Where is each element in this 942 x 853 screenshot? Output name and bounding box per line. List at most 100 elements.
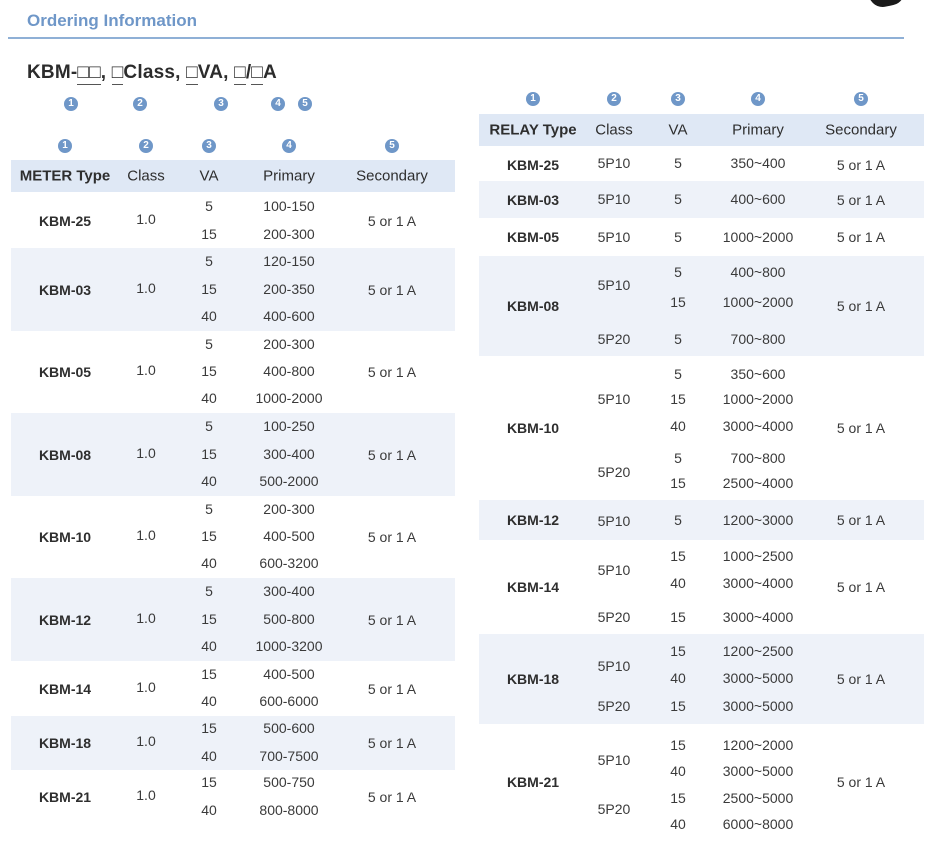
code-secondary-box: □ bbox=[251, 62, 263, 85]
meter-type-cell: KBM-03 bbox=[38, 281, 92, 298]
relay-primary-cell: 1200~2500 bbox=[722, 643, 794, 659]
relay-va-cell: 15 bbox=[670, 548, 686, 564]
meter-header-4: Primary bbox=[263, 167, 315, 185]
code-marker-2: 2 bbox=[133, 97, 147, 111]
relay-va-cell: 15 bbox=[670, 475, 686, 491]
meter-primary-cell: 120-150 bbox=[263, 253, 315, 270]
relay-primary-cell: 6000~8000 bbox=[722, 816, 794, 832]
relay-va-cell: 40 bbox=[670, 763, 686, 779]
code-amp-suffix: A bbox=[262, 62, 277, 83]
relay-primary-cell: 3000~5000 bbox=[722, 670, 794, 686]
meter-primary-cell: 500-2000 bbox=[259, 472, 319, 489]
relay-va-cell: 15 bbox=[670, 737, 686, 753]
meter-type-cell: KBM-21 bbox=[38, 789, 92, 805]
relay-primary-cell: 700~800 bbox=[730, 331, 786, 347]
meter-marker-2: 2 bbox=[139, 139, 153, 153]
meter-primary-cell: 500-600 bbox=[263, 720, 315, 737]
relay-va-cell: 5 bbox=[674, 191, 682, 207]
code-marker-1: 1 bbox=[64, 97, 78, 111]
meter-primary-cell: 100-250 bbox=[263, 418, 315, 435]
relay-primary-cell: 2500~4000 bbox=[722, 475, 794, 491]
relay-class-cell: 5P20 bbox=[597, 464, 631, 480]
relay-type-cell: KBM-12 bbox=[506, 512, 560, 528]
meter-type-cell: KBM-10 bbox=[38, 529, 92, 545]
relay-class-cell: 5P10 bbox=[597, 658, 631, 674]
relay-type-cell: KBM-08 bbox=[506, 298, 560, 314]
relay-primary-cell: 3000~5000 bbox=[722, 698, 794, 714]
relay-secondary-cell: 5 or 1 A bbox=[836, 774, 886, 790]
relay-primary-cell: 700~800 bbox=[730, 450, 786, 466]
meter-primary-cell: 700-7500 bbox=[259, 747, 319, 764]
relay-primary-cell: 1200~2000 bbox=[722, 737, 794, 753]
relay-va-cell: 40 bbox=[670, 670, 686, 686]
meter-secondary-cell: 5 or 1 A bbox=[367, 680, 417, 697]
meter-primary-cell: 600-3200 bbox=[259, 555, 319, 572]
relay-marker-5: 5 bbox=[854, 92, 868, 106]
meter-marker-3: 3 bbox=[202, 139, 216, 153]
relay-va-cell: 15 bbox=[670, 391, 686, 407]
meter-marker-4: 4 bbox=[282, 139, 296, 153]
meter-primary-cell: 200-300 bbox=[263, 500, 315, 517]
relay-header-4: Primary bbox=[732, 121, 784, 139]
meter-header-3: VA bbox=[199, 167, 219, 185]
meter-va-cell: 15 bbox=[201, 720, 217, 737]
meter-primary-cell: 100-150 bbox=[263, 198, 315, 215]
meter-va-cell: 40 bbox=[201, 637, 217, 654]
relay-primary-cell: 400~600 bbox=[730, 191, 786, 207]
relay-va-cell: 15 bbox=[670, 698, 686, 714]
relay-class-cell: 5P20 bbox=[597, 331, 631, 347]
relay-va-cell: 5 bbox=[674, 331, 682, 347]
relay-class-cell: 5P10 bbox=[597, 562, 631, 578]
meter-secondary-cell: 5 or 1 A bbox=[367, 529, 417, 545]
relay-primary-cell: 1000~2000 bbox=[722, 294, 794, 310]
meter-primary-cell: 500-800 bbox=[263, 610, 315, 627]
meter-va-cell: 40 bbox=[201, 801, 217, 818]
meter-va-cell: 5 bbox=[205, 198, 213, 215]
relay-marker-1: 1 bbox=[526, 92, 540, 106]
meter-va-cell: 15 bbox=[201, 774, 217, 791]
meter-header-5: Secondary bbox=[356, 167, 428, 185]
code-va-box: □ bbox=[186, 62, 198, 85]
relay-class-cell: 5P10 bbox=[597, 277, 631, 293]
meter-va-cell: 15 bbox=[201, 665, 217, 682]
code-primary-box: □ bbox=[234, 62, 246, 85]
relay-secondary-cell: 5 or 1 A bbox=[836, 156, 886, 173]
relay-va-cell: 5 bbox=[674, 155, 682, 171]
meter-primary-cell: 800-8000 bbox=[259, 801, 319, 818]
meter-va-cell: 40 bbox=[201, 747, 217, 764]
meter-type-cell: KBM-12 bbox=[38, 611, 92, 628]
meter-va-cell: 15 bbox=[201, 225, 217, 242]
relay-class-cell: 5P10 bbox=[597, 229, 631, 245]
meter-va-cell: 15 bbox=[201, 445, 217, 462]
meter-va-cell: 5 bbox=[205, 335, 213, 352]
relay-type-cell: KBM-25 bbox=[506, 156, 560, 173]
meter-primary-cell: 300-400 bbox=[263, 445, 315, 462]
relay-class-cell: 5P10 bbox=[597, 391, 631, 407]
relay-secondary-cell: 5 or 1 A bbox=[836, 579, 886, 595]
meter-primary-cell: 300-400 bbox=[263, 583, 315, 600]
meter-primary-cell: 1000-3200 bbox=[255, 637, 323, 654]
relay-va-cell: 5 bbox=[674, 366, 682, 382]
meter-type-cell: KBM-08 bbox=[38, 446, 92, 463]
meter-class-cell: 1.0 bbox=[136, 609, 156, 626]
meter-class-cell: 1.0 bbox=[136, 279, 156, 296]
meter-primary-cell: 200-300 bbox=[263, 335, 315, 352]
relay-primary-cell: 2500~5000 bbox=[722, 790, 794, 806]
relay-primary-cell: 1000~2000 bbox=[722, 229, 794, 245]
meter-va-cell: 40 bbox=[201, 472, 217, 489]
meter-secondary-cell: 5 or 1 A bbox=[367, 735, 417, 751]
relay-primary-cell: 400~800 bbox=[730, 264, 786, 280]
relay-va-cell: 5 bbox=[674, 264, 682, 280]
meter-header-2: Class bbox=[127, 167, 165, 185]
meter-va-cell: 15 bbox=[201, 528, 217, 544]
meter-primary-cell: 1000-2000 bbox=[255, 390, 323, 407]
relay-header-5: Secondary bbox=[825, 121, 897, 139]
meter-primary-cell: 400-800 bbox=[263, 363, 315, 379]
relay-type-cell: KBM-10 bbox=[506, 420, 560, 436]
meter-class-cell: 1.0 bbox=[136, 211, 156, 227]
relay-secondary-cell: 5 or 1 A bbox=[836, 298, 886, 314]
corner-decoration bbox=[868, 0, 908, 10]
meter-class-cell: 1.0 bbox=[136, 362, 156, 378]
relay-primary-cell: 350~400 bbox=[730, 155, 786, 171]
relay-class-cell: 5P20 bbox=[597, 609, 631, 625]
